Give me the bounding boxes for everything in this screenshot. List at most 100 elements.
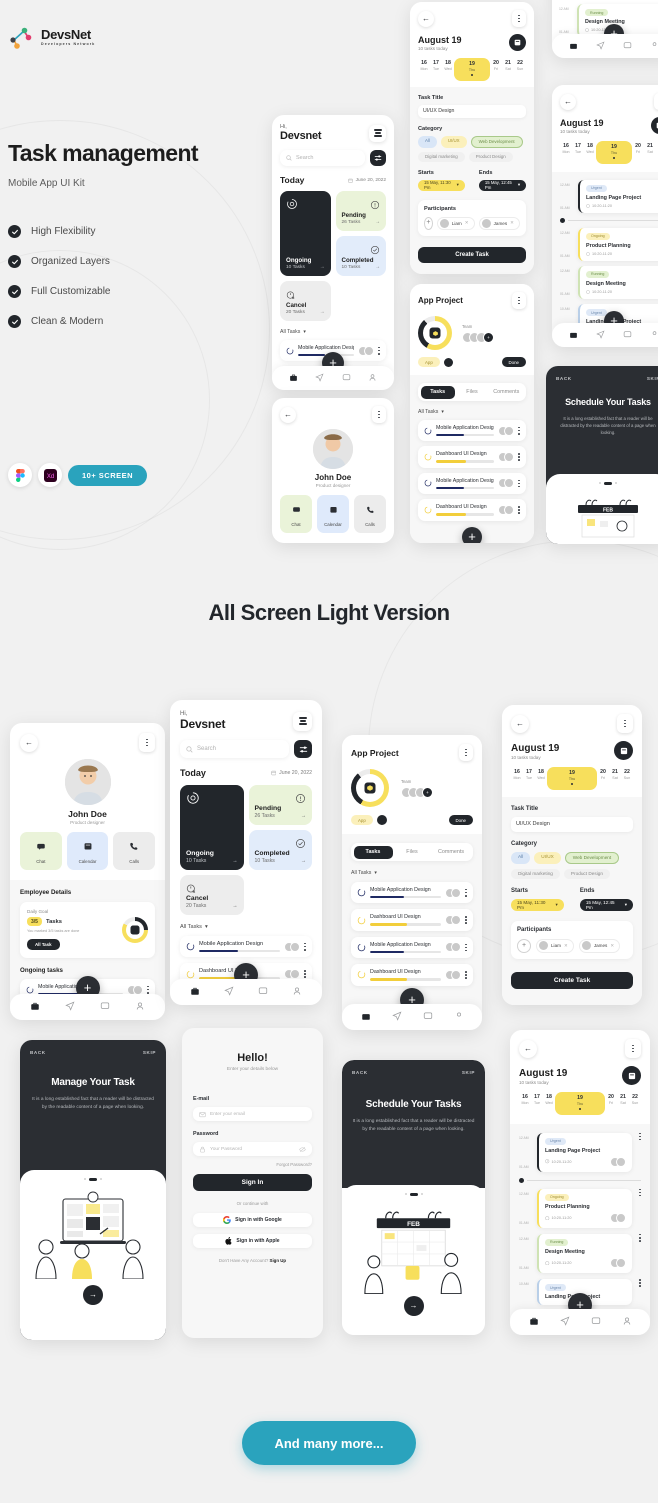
back-button[interactable]: ← bbox=[511, 714, 529, 733]
all-tasks-dropdown[interactable]: All Tasks ▾ bbox=[351, 870, 473, 876]
day-18[interactable]: 18 Wed bbox=[442, 58, 454, 81]
stat-card-completed[interactable]: Completed 10 Tasks → bbox=[335, 236, 386, 276]
day-19-active[interactable]: 19 Thu bbox=[555, 1092, 605, 1115]
create-task-button[interactable]: Create Task bbox=[511, 971, 633, 989]
apple-signin-button[interactable]: Sign in with Apple bbox=[193, 1234, 312, 1248]
event-more-button[interactable] bbox=[639, 1132, 641, 1172]
calendar-button[interactable] bbox=[614, 741, 633, 760]
stat-card-cancel[interactable]: Cancel 20 Tasks → bbox=[180, 875, 244, 915]
task-more-button[interactable] bbox=[147, 985, 149, 994]
participant-liam[interactable]: Liam ✕ bbox=[536, 938, 574, 953]
nav-chat-icon[interactable] bbox=[423, 1008, 433, 1026]
schedule-event[interactable]: 12 AM 01 AM Ongoing Product Planning 10:2… bbox=[519, 1188, 641, 1228]
action-chat[interactable]: Chat bbox=[280, 495, 312, 533]
task-more-button[interactable] bbox=[465, 916, 467, 924]
forgot-password-link[interactable]: Forgot Password? bbox=[193, 1162, 312, 1167]
chip-product-design[interactable]: Product Design bbox=[563, 868, 610, 879]
stat-card-cancel[interactable]: Cancel 20 Tasks → bbox=[280, 281, 331, 321]
tab-tasks[interactable]: Tasks bbox=[420, 385, 455, 399]
back-link[interactable]: BACK bbox=[30, 1050, 46, 1055]
skip-link[interactable]: SKIP bbox=[647, 376, 658, 381]
team-more-button[interactable]: + bbox=[422, 786, 433, 798]
stat-card-pending[interactable]: Pending 26 Tasks → bbox=[335, 191, 386, 231]
nav-send-icon[interactable] bbox=[596, 37, 605, 55]
more-button[interactable] bbox=[654, 93, 658, 110]
nav-profile-icon[interactable] bbox=[135, 998, 145, 1016]
day-17[interactable]: 17 Tue bbox=[572, 141, 584, 164]
chip-product-design[interactable]: Product Design bbox=[468, 151, 513, 162]
day-21[interactable]: 21 Sat bbox=[502, 58, 514, 81]
nav-send-icon[interactable] bbox=[596, 326, 605, 344]
tab-comments[interactable]: Comments bbox=[489, 386, 523, 399]
task-row[interactable]: Dashboard UI Design bbox=[351, 909, 473, 931]
day-16[interactable]: 16 Mon bbox=[560, 141, 572, 164]
day-21[interactable]: 21 Sat bbox=[609, 767, 621, 790]
starts-select[interactable]: 15 May, 11:30 Pm ▾ bbox=[418, 179, 465, 191]
nav-chat-icon[interactable] bbox=[258, 983, 268, 1001]
nav-home-icon[interactable] bbox=[529, 1313, 539, 1331]
menu-button[interactable] bbox=[369, 124, 386, 142]
and-many-more-button[interactable]: And many more... bbox=[242, 1421, 416, 1465]
nav-home-icon[interactable] bbox=[569, 326, 578, 344]
all-tasks-dropdown[interactable]: All Tasks ▾ bbox=[280, 329, 386, 335]
stat-card-ongoing[interactable]: Ongoing 10 Tasks → bbox=[280, 191, 331, 276]
participant-james[interactable]: James ✕ bbox=[478, 216, 520, 230]
day-16[interactable]: 16 Mon bbox=[511, 767, 523, 790]
all-tasks-dropdown[interactable]: All Tasks ▾ bbox=[180, 924, 312, 930]
action-calls[interactable]: Calls bbox=[354, 495, 386, 533]
chip-web-development[interactable]: Web Development bbox=[470, 135, 523, 148]
task-more-button[interactable] bbox=[304, 942, 306, 951]
all-task-button[interactable]: All Task bbox=[27, 939, 60, 950]
nav-chat-icon[interactable] bbox=[342, 369, 351, 387]
add-participant-button[interactable]: + bbox=[517, 938, 531, 953]
menu-button[interactable] bbox=[293, 711, 312, 731]
task-more-button[interactable] bbox=[465, 888, 467, 897]
carousel-dots[interactable] bbox=[20, 1170, 166, 1181]
more-button[interactable] bbox=[459, 744, 473, 761]
action-calendar[interactable]: Calendar bbox=[66, 832, 109, 870]
nav-chat-icon[interactable] bbox=[100, 998, 110, 1016]
back-button[interactable]: ← bbox=[418, 10, 434, 27]
chip-uiux[interactable]: UI/UX bbox=[534, 851, 561, 864]
nav-send-icon[interactable] bbox=[65, 998, 75, 1016]
project-status[interactable]: Done bbox=[501, 357, 526, 367]
google-signin-button[interactable]: Sign in with Google bbox=[193, 1213, 312, 1227]
more-button[interactable] bbox=[617, 714, 633, 733]
nav-send-icon[interactable] bbox=[224, 983, 234, 1001]
chip-web-development[interactable]: Web Development bbox=[564, 851, 620, 864]
task-row[interactable]: Mobile Application Design bbox=[418, 420, 526, 442]
event-more-button[interactable] bbox=[639, 1188, 641, 1228]
day-20[interactable]: 20 Fri bbox=[490, 58, 502, 81]
nav-chat-icon[interactable] bbox=[623, 37, 632, 55]
calendar-button[interactable] bbox=[509, 34, 526, 51]
nav-home-icon[interactable] bbox=[289, 369, 298, 387]
create-task-button[interactable]: Create Task bbox=[418, 246, 526, 263]
task-row[interactable]: Dashboard UI Design bbox=[418, 499, 526, 521]
add-task-fab[interactable]: + bbox=[462, 527, 482, 543]
ends-select[interactable]: 15 May, 12:45 Pm ▾ bbox=[579, 898, 633, 911]
filter-button[interactable] bbox=[294, 740, 312, 758]
chip-digital-marketing[interactable]: Digital marketing bbox=[418, 151, 465, 162]
day-19-active[interactable]: 19 Thu bbox=[596, 141, 632, 164]
day-20[interactable]: 20 Fri bbox=[605, 1092, 617, 1115]
chip-uiux[interactable]: UI/UX bbox=[440, 135, 467, 148]
all-tasks-dropdown[interactable]: All Tasks ▾ bbox=[418, 409, 526, 415]
task-row[interactable]: Dashboard UI Design bbox=[418, 446, 526, 468]
password-field[interactable]: Your Password bbox=[193, 1142, 312, 1156]
nav-chat-icon[interactable] bbox=[623, 326, 632, 344]
back-button[interactable]: ← bbox=[519, 1039, 537, 1058]
schedule-event[interactable]: 12 AM 01 AM Urgent Landing Page Project 1… bbox=[519, 1132, 641, 1172]
task-more-button[interactable] bbox=[518, 479, 520, 488]
task-more-button[interactable] bbox=[304, 970, 306, 978]
day-16[interactable]: 16 Mon bbox=[519, 1092, 531, 1115]
more-button[interactable] bbox=[512, 292, 526, 309]
action-calls[interactable]: Calls bbox=[113, 832, 156, 870]
day-18[interactable]: 18 Wed bbox=[543, 1092, 555, 1115]
day-21[interactable]: 21 Sat bbox=[617, 1092, 629, 1115]
ends-select[interactable]: 15 May, 12:45 Pm ▾ bbox=[478, 179, 526, 191]
signin-button[interactable]: Sign In bbox=[193, 1174, 312, 1191]
day-17[interactable]: 17 Tue bbox=[430, 58, 442, 81]
participant-james[interactable]: James ✕ bbox=[578, 938, 621, 953]
event-more-button[interactable] bbox=[639, 1233, 641, 1273]
nav-chat-icon[interactable] bbox=[591, 1313, 601, 1331]
